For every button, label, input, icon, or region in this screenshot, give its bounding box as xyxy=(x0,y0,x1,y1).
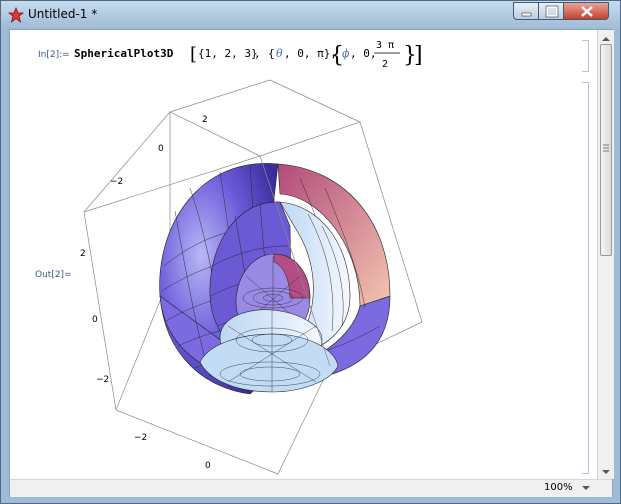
minimize-icon xyxy=(521,12,532,17)
tick-label: −2 xyxy=(134,433,147,443)
phi-variable: ϕ xyxy=(342,47,350,60)
tick-label: 2 xyxy=(202,115,208,125)
close-icon xyxy=(581,6,593,17)
svg-text:, 0,: , 0, xyxy=(350,47,377,60)
tick-label: 0 xyxy=(205,461,211,471)
maximize-icon xyxy=(545,5,559,18)
window-title: Untitled-1 * xyxy=(28,7,98,21)
title-bar[interactable]: Untitled-1 * xyxy=(1,1,620,29)
output-cell-bracket[interactable] xyxy=(582,82,589,474)
scroll-down-icon[interactable] xyxy=(598,466,614,478)
zoom-dropdown-icon[interactable] xyxy=(579,481,593,495)
minimize-button[interactable] xyxy=(513,2,539,20)
fraction-numerator: 3 π xyxy=(376,40,394,51)
svg-text:{: { xyxy=(268,47,275,60)
radii-list: {1, 2, 3} xyxy=(198,47,258,60)
mathematica-icon xyxy=(7,6,25,24)
status-bar: 100% xyxy=(10,479,612,497)
spherical-plot-3d[interactable]: 2 0 −2 2 0 −2 −2 0 2 xyxy=(60,76,430,476)
notebook-content[interactable]: In[2]:= SphericalPlot3D [ {1, 2, 3} , { … xyxy=(9,29,614,497)
input-cell-bracket[interactable] xyxy=(582,40,589,72)
svg-text:,: , xyxy=(254,47,261,60)
tick-label: −2 xyxy=(110,177,123,187)
tick-label: 0 xyxy=(158,144,164,154)
function-name: SphericalPlot3D xyxy=(74,47,174,60)
close-button[interactable] xyxy=(563,2,609,20)
tick-label: 0 xyxy=(92,315,98,325)
fraction-denominator: 2 xyxy=(382,59,388,70)
input-cell[interactable]: SphericalPlot3D [ {1, 2, 3} , { θ , 0, π… xyxy=(74,36,434,76)
scrollbar-thumb[interactable] xyxy=(600,44,612,256)
tick-label: −2 xyxy=(96,375,109,385)
vertical-scrollbar[interactable] xyxy=(597,30,614,479)
tick-label: 2 xyxy=(80,249,86,259)
zoom-level[interactable]: 100% xyxy=(544,482,573,493)
input-label: In[2]:= xyxy=(38,50,70,60)
svg-text:[: [ xyxy=(190,44,197,65)
notebook-window: Untitled-1 * In[2]:= SphericalPlot3D [ {… xyxy=(0,0,621,504)
maximize-button[interactable] xyxy=(538,2,564,20)
svg-text:]: ] xyxy=(414,43,423,68)
theta-variable: θ xyxy=(276,47,283,60)
